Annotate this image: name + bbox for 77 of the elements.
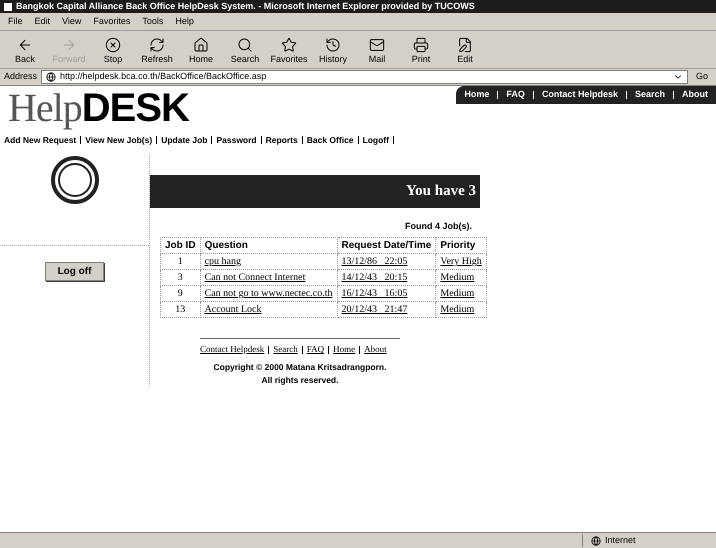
column-header: Request Date/Time [337,238,436,254]
table-cell: 13 [160,302,200,318]
table-link[interactable]: Account Lock [200,302,337,318]
toolbar-button[interactable]: Home [184,36,218,66]
table-link[interactable]: 13/12/86 22:05 [337,254,436,270]
toolbar-button[interactable]: Search [228,36,262,66]
window-icon [4,2,12,10]
toolbar-button[interactable]: History [316,36,350,66]
nav-link[interactable]: Search [634,88,665,102]
go-button[interactable]: Go [692,70,712,84]
home-icon [193,36,209,52]
zone-label: Internet [605,534,636,547]
nav-link[interactable]: Back Office [306,134,354,147]
column-header: Job ID [160,238,200,254]
globe-icon [46,72,56,82]
toolbar-button[interactable]: Favorites [272,36,306,66]
clock-icon [325,36,341,52]
toolbar-button[interactable]: Edit [448,36,482,66]
nav-link[interactable]: FAQ [506,88,525,102]
menu-item[interactable]: Tools [142,14,164,28]
mail-icon [369,36,385,52]
nav-link[interactable]: Reports [266,134,298,147]
table-link[interactable]: 16/12/43 16:05 [337,286,436,302]
menu-item[interactable]: File [8,14,23,28]
nav-link[interactable]: Update Job [161,134,208,147]
refresh-icon [149,36,165,52]
window-title: Bangkok Capital Alliance Back Office HelpDesk System. - Microsoft Internet Explorer provided by TUCOWS [16,0,475,13]
menu-item[interactable]: View [62,14,82,28]
table-cell: 9 [160,286,200,302]
footer-link[interactable]: Contact Helpdesk [200,343,264,357]
pencil-icon [457,36,473,52]
table-link[interactable]: Can not Connect Internet [200,270,337,286]
star-icon [281,36,297,52]
nav-link[interactable]: Password [216,134,257,147]
nav-link[interactable]: View New Job(s) [85,134,152,147]
table-cell: 3 [160,270,200,286]
copyright-text: Copyright © 2000 Matana Kritsadrangporn. [214,360,386,374]
log-off-button[interactable]: Log off [44,262,104,281]
table-link[interactable]: 20/12/43 21:47 [337,302,436,318]
nav-link[interactable]: About [682,88,708,102]
toolbar-button[interactable]: Refresh [140,36,174,66]
menu-item[interactable]: Help [175,14,194,28]
helpdesk-logo: HelpDESK [8,86,189,130]
menu-item[interactable]: Edit [34,14,50,28]
toolbar-button[interactable]: Print [404,36,438,66]
address-label: Address [4,70,38,84]
footer-link[interactable]: Search [273,343,298,357]
banner-text: You have 3 [406,182,476,201]
nav-link[interactable]: Logoff [362,134,389,147]
copyright-text: All rights reserved. [261,374,338,386]
printer-icon [413,36,429,52]
nav-link[interactable]: Contact Helpdesk [542,88,618,102]
toolbar-button[interactable]: Mail [360,36,394,66]
address-field[interactable]: http://helpdesk.bca.co.th/BackOffice/BackOffice.asp [41,70,688,84]
table-link[interactable]: Medium [436,270,486,286]
stop-icon [105,36,121,52]
globe-icon [591,536,601,546]
menu-item[interactable]: Favorites [93,14,130,28]
toolbar-button[interactable]: Back [8,36,42,66]
footer-link[interactable]: FAQ [306,343,324,357]
table-link[interactable]: cpu hang [200,254,337,270]
table-link[interactable]: 14/12/43 20:15 [337,270,436,286]
footer-link[interactable]: About [364,343,387,357]
found-count: Found 4 Job(s). [405,220,472,233]
table-link[interactable]: Very High [436,254,486,270]
search-icon [237,36,253,52]
table-link[interactable]: Can not go to www.nectec.co.th [200,286,337,302]
column-header: Question [200,238,337,254]
column-header: Priority [436,238,486,254]
nav-link[interactable]: Add New Request [4,134,76,147]
table-cell: 1 [160,254,200,270]
table-link[interactable]: Medium [436,286,486,302]
footer-link[interactable]: Home [333,343,356,357]
company-seal-icon [50,154,100,205]
toolbar-button[interactable]: Stop [96,36,130,66]
table-link[interactable]: Medium [436,302,486,318]
nav-link[interactable]: Home [464,88,490,102]
